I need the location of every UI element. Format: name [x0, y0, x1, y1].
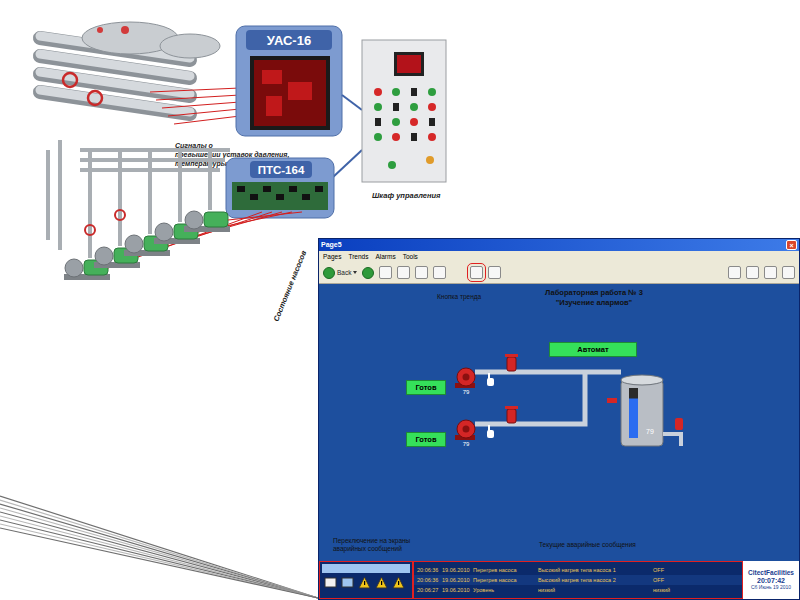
- decor-stripes: [0, 490, 330, 600]
- process-graphic: [319, 284, 799, 564]
- cabinet-label: Шкаф управления: [372, 191, 441, 200]
- alarm-bar: 20:06:3619.06.2010Перегрев насосаВысокий…: [319, 561, 799, 599]
- trend-annotation: Кнопка тренда: [437, 293, 481, 301]
- heading-line: "Изучение алармов": [519, 298, 669, 308]
- heading-line: Лабораторная работа № 3: [519, 288, 669, 298]
- settings-icon[interactable]: [764, 266, 777, 279]
- mode-button[interactable]: Автомат: [549, 342, 637, 357]
- menu-item[interactable]: Pages: [323, 252, 341, 262]
- alarm-cell: 19.06.2010: [442, 576, 470, 584]
- pump-value: 79: [456, 440, 476, 449]
- signals-label: Сигналы о: [175, 142, 214, 149]
- pumps-state-label: Состояние насосов: [272, 249, 309, 323]
- alarm-cell: Высокий нагрев тела насоса 1: [538, 566, 650, 574]
- slide: УАС-16Сигналы опревышении уставок давлен…: [0, 0, 800, 600]
- alarm-cell: OFF: [653, 566, 739, 574]
- title-bar: Page5 ×: [319, 239, 799, 251]
- pump-status: Готов: [406, 380, 446, 395]
- pump[interactable]: [455, 368, 475, 388]
- calendar-icon[interactable]: [728, 266, 741, 279]
- alarm-row[interactable]: 20:06:3619.06.2010Перегрев насосаВысокий…: [414, 575, 742, 585]
- alarm-page-icon[interactable]: [324, 576, 337, 589]
- alarm-cell: низкий: [538, 586, 650, 594]
- alarm-cell: OFF: [653, 576, 739, 584]
- heading: Лабораторная работа № 3"Изучение алармов…: [519, 288, 669, 308]
- alarm-cell: 20:06:36: [417, 566, 439, 574]
- valve[interactable]: [505, 354, 518, 371]
- clock-time: 20:07:42: [757, 577, 785, 585]
- pump-value: 79: [456, 388, 476, 397]
- help-icon[interactable]: [782, 266, 795, 279]
- warning-icon[interactable]: [392, 576, 405, 589]
- alarm-cell: Перегрев насоса: [473, 576, 535, 584]
- outlet-valve[interactable]: [675, 418, 683, 430]
- back-button[interactable]: Back: [323, 267, 357, 279]
- alarm-switch: [319, 561, 413, 599]
- menu-item[interactable]: Alarms: [375, 252, 395, 262]
- switch-bar[interactable]: [322, 564, 410, 573]
- print-icon[interactable]: [746, 266, 759, 279]
- alarm-cell: 19.06.2010: [442, 566, 470, 574]
- forward-icon[interactable]: [362, 267, 374, 279]
- window-title: Page5: [321, 240, 342, 251]
- pump[interactable]: [455, 420, 475, 440]
- chart-icon[interactable]: [488, 266, 501, 279]
- page-icon[interactable]: [397, 266, 410, 279]
- alarm-cell: 20:06:27: [417, 586, 439, 594]
- scada-window: Page5 × Pages Trends Alarms Tools Back Кнопка т…: [318, 238, 800, 600]
- current-alarms-annotation: Текущие аварийные сообщения: [539, 541, 636, 549]
- tank-value: 79: [640, 427, 660, 438]
- trend-icon[interactable]: [470, 266, 483, 279]
- back-icon: [323, 267, 335, 279]
- menu-item[interactable]: Tools: [403, 252, 418, 262]
- clock-date: Сб Июнь 19 2010: [751, 585, 791, 591]
- alarm-indicator: [607, 398, 617, 403]
- close-button[interactable]: ×: [786, 240, 797, 250]
- tank-level-track: [629, 388, 638, 438]
- page-icon[interactable]: [415, 266, 428, 279]
- pts-label: ПТС-164: [258, 164, 305, 176]
- menu-item[interactable]: Trends: [348, 252, 368, 262]
- alarm-cell: 20:06:36: [417, 576, 439, 584]
- status-panel: CitectFacilities20:07:42Сб Июнь 19 2010: [743, 561, 799, 599]
- alarm-cell: Уровень: [473, 586, 535, 594]
- alarm-row[interactable]: 20:06:3619.06.2010Перегрев насосаВысокий…: [414, 565, 742, 575]
- toolbar: Back: [319, 262, 799, 284]
- alarm-row[interactable]: 20:06:2719.06.2010Уровеньнизкийнизкий: [414, 585, 742, 595]
- menu-bar: Pages Trends Alarms Tools: [319, 251, 799, 262]
- uas-label: УАС-16: [267, 33, 311, 48]
- warning-icon[interactable]: [375, 576, 388, 589]
- alarm-list: 20:06:3619.06.2010Перегрев насосаВысокий…: [413, 561, 743, 599]
- page-icon[interactable]: [433, 266, 446, 279]
- dropdown-icon: [353, 271, 357, 274]
- alarm-cell: Перегрев насоса: [473, 566, 535, 574]
- hand-icon: [487, 425, 494, 438]
- logo: CitectFacilities: [748, 569, 794, 576]
- alarm-cell: 19.06.2010: [442, 586, 470, 594]
- alarm-screens-annotation: аварийных сообщений: [333, 545, 410, 553]
- alarm-cell: низкий: [653, 586, 739, 594]
- valve[interactable]: [505, 406, 518, 423]
- alarm-cell: Высокий нагрев тела насоса 2: [538, 576, 650, 584]
- process-screen: Кнопка тренда Лабораторная работа № 3"Изу…: [319, 284, 799, 561]
- pump-status: Готов: [406, 432, 446, 447]
- tank-level-fill: [629, 399, 638, 439]
- alarm-screens-annotation: Переключение на экраны: [333, 537, 410, 545]
- alarm-page-icon[interactable]: [341, 576, 354, 589]
- hand-icon: [487, 373, 494, 386]
- warning-icon[interactable]: [358, 576, 371, 589]
- back-label: Back: [337, 268, 351, 278]
- page-icon[interactable]: [379, 266, 392, 279]
